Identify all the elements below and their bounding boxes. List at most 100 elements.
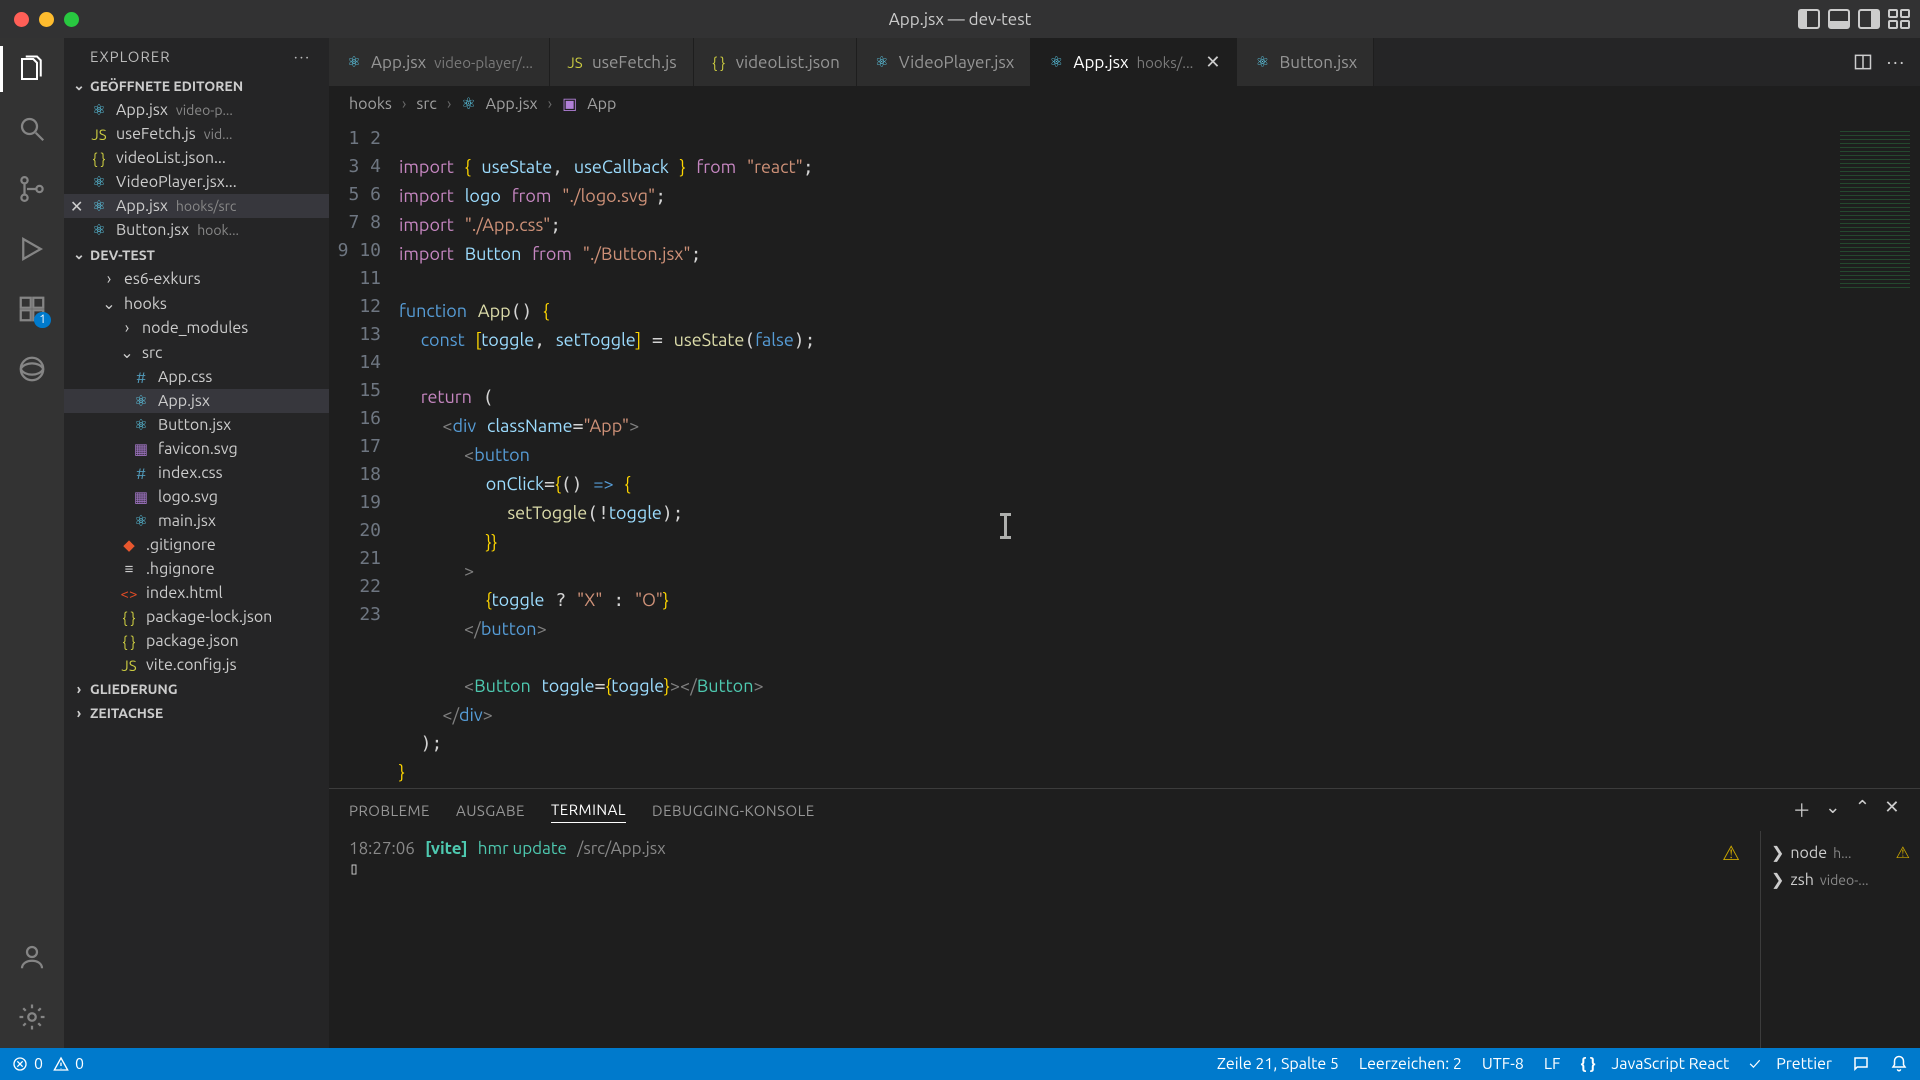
open-editor-item[interactable]: ⚛VideoPlayer.jsx... <box>64 170 329 194</box>
status-warnings[interactable]: 0 <box>53 1055 84 1073</box>
status-prettier[interactable]: ✓ Prettier <box>1749 1055 1832 1073</box>
tab-debug-console[interactable]: DEBUGGING-KONSOLE <box>652 798 815 823</box>
folder-item[interactable]: ⌄hooks <box>64 291 329 316</box>
file-item[interactable]: ⚛Button.jsx <box>64 413 329 437</box>
file-item[interactable]: { }package.json <box>64 629 329 653</box>
timeline-section[interactable]: › ZEITACHSE <box>64 701 329 725</box>
new-terminal-icon[interactable]: ＋ <box>1793 797 1812 823</box>
breadcrumb-item[interactable]: App <box>587 95 616 113</box>
file-item[interactable]: ▦logo.svg <box>64 485 329 509</box>
file-item[interactable]: ▦favicon.svg <box>64 437 329 461</box>
breadcrumb-item[interactable]: src <box>416 95 436 113</box>
file-item[interactable]: #App.css <box>64 365 329 389</box>
open-editor-item[interactable]: JSuseFetch.js vid... <box>64 122 329 146</box>
editor-tab[interactable]: ⚛App.jsxhooks/...✕ <box>1031 38 1237 86</box>
editor-tab[interactable]: ⚛Button.jsx <box>1237 38 1374 86</box>
editor-tab[interactable]: ⚛VideoPlayer.jsx <box>857 38 1032 86</box>
js-file-icon: JS <box>120 657 138 674</box>
close-window-button[interactable] <box>14 12 29 27</box>
source-control-icon[interactable] <box>15 172 49 206</box>
tab-hint: hooks/... <box>1137 54 1194 71</box>
code-content[interactable]: import { useState, useCallback } from "r… <box>399 121 1920 788</box>
breadcrumb-item[interactable]: hooks <box>349 95 392 113</box>
open-editor-item[interactable]: { }videoList.json... <box>64 146 329 170</box>
css-file-icon: # <box>132 369 150 386</box>
item-label: Button.jsx <box>158 416 231 434</box>
status-language[interactable]: { } JavaScript React <box>1580 1055 1729 1073</box>
file-item[interactable]: ⚛App.jsx <box>64 389 329 413</box>
run-debug-icon[interactable] <box>15 232 49 266</box>
file-tree: ›es6-exkurs⌄hooks›node_modules⌄src#App.c… <box>64 267 329 677</box>
edge-tools-icon[interactable] <box>15 352 49 386</box>
status-cursor-pos[interactable]: Zeile 21, Spalte 5 <box>1217 1055 1339 1073</box>
tab-label: App.jsx <box>371 53 426 72</box>
editor[interactable]: 1 2 3 4 5 6 7 8 9 10 11 12 13 14 15 16 1… <box>329 121 1920 788</box>
extensions-icon[interactable]: 1 <box>15 292 49 326</box>
terminal-hint: h... <box>1833 845 1851 861</box>
file-item[interactable]: JS vite.config.js <box>64 653 329 677</box>
file-item[interactable]: ⚛main.jsx <box>64 509 329 533</box>
folder-item[interactable]: ⌄src <box>64 340 329 365</box>
open-editor-item[interactable]: ✕⚛App.jsx hooks/src <box>64 194 329 218</box>
file-item[interactable]: ◆.gitignore <box>64 533 329 557</box>
project-label: DEV-TEST <box>90 247 155 263</box>
project-section[interactable]: ⌄ DEV-TEST <box>64 242 329 267</box>
item-label: vite.config.js <box>146 656 237 674</box>
breadcrumb-item[interactable]: App.jsx <box>486 95 538 113</box>
git-file-icon: ◆ <box>120 536 138 554</box>
status-errors[interactable]: 0 <box>12 1055 43 1073</box>
open-editors-list: ⚛App.jsx video-p...JSuseFetch.js vid...{… <box>64 98 329 242</box>
editor-group: ⚛App.jsxvideo-player/...JSuseFetch.js{ }… <box>329 38 1920 1048</box>
file-item[interactable]: ≡.hgignore <box>64 557 329 581</box>
folder-item[interactable]: ›es6-exkurs <box>64 267 329 291</box>
maximize-window-button[interactable] <box>64 12 79 27</box>
terminal-item-zsh[interactable]: ❯ zsh video-... <box>1771 866 1910 893</box>
editor-tab[interactable]: JSuseFetch.js <box>550 38 694 86</box>
open-editor-item[interactable]: ⚛Button.jsx hook... <box>64 218 329 242</box>
terminal[interactable]: 18:27:06 [vite] hmr update /src/App.jsx … <box>329 831 1760 1048</box>
maximize-panel-icon[interactable]: ⌃ <box>1855 797 1871 823</box>
file-item[interactable]: #index.css <box>64 461 329 485</box>
settings-gear-icon[interactable] <box>15 1000 49 1034</box>
toggle-secondary-sidebar-icon[interactable] <box>1858 9 1880 29</box>
more-actions-icon[interactable]: ··· <box>1887 52 1906 72</box>
editor-tab[interactable]: { }videoList.json <box>694 38 857 86</box>
status-feedback-icon[interactable] <box>1852 1055 1870 1073</box>
status-bell-icon[interactable] <box>1890 1055 1908 1073</box>
outline-section[interactable]: › GLIEDERUNG <box>64 677 329 701</box>
breadcrumbs[interactable]: hooks› src› ⚛ App.jsx› ▣ App <box>329 86 1920 121</box>
status-indent[interactable]: Leerzeichen: 2 <box>1359 1055 1462 1073</box>
terminal-dropdown-icon[interactable]: ⌄ <box>1825 797 1841 823</box>
status-encoding[interactable]: UTF-8 <box>1482 1055 1524 1073</box>
close-icon[interactable]: ✕ <box>70 197 83 216</box>
open-editors-section[interactable]: ⌄ GEÖFFNETE EDITOREN <box>64 73 329 98</box>
warning-icon[interactable]: ⚠ <box>1722 841 1740 865</box>
tab-problems[interactable]: PROBLEME <box>349 798 430 823</box>
account-icon[interactable] <box>15 940 49 974</box>
search-icon[interactable] <box>15 112 49 146</box>
terminal-item-node[interactable]: ❯ node h... ⚠ <box>1771 839 1910 866</box>
close-tab-icon[interactable]: ✕ <box>1205 52 1220 73</box>
file-item[interactable]: <>index.html <box>64 581 329 605</box>
status-eol[interactable]: LF <box>1544 1055 1561 1073</box>
open-editor-item[interactable]: ⚛App.jsx video-p... <box>64 98 329 122</box>
tab-terminal[interactable]: TERMINAL <box>551 797 626 823</box>
terminal-time: 18:27:06 <box>349 839 415 858</box>
minimize-window-button[interactable] <box>39 12 54 27</box>
react-file-icon: ⚛ <box>1047 53 1065 71</box>
minimap[interactable] <box>1830 121 1920 788</box>
toggle-sidebar-icon[interactable] <box>1798 9 1820 29</box>
sidebar-more-icon[interactable]: ··· <box>294 48 311 65</box>
close-panel-icon[interactable]: ✕ <box>1884 797 1900 823</box>
editor-tab[interactable]: ⚛App.jsxvideo-player/... <box>329 38 550 86</box>
item-label: favicon.svg <box>158 440 238 458</box>
file-hint: vid... <box>204 126 233 142</box>
split-editor-icon[interactable] <box>1853 52 1873 72</box>
folder-item[interactable]: ›node_modules <box>64 316 329 340</box>
explorer-icon[interactable] <box>15 52 49 86</box>
terminal-shell-icon: ❯ <box>1771 870 1784 889</box>
file-item[interactable]: { }package-lock.json <box>64 605 329 629</box>
toggle-panel-icon[interactable] <box>1828 9 1850 29</box>
customize-layout-icon[interactable] <box>1888 9 1910 29</box>
tab-output[interactable]: AUSGABE <box>456 798 525 823</box>
